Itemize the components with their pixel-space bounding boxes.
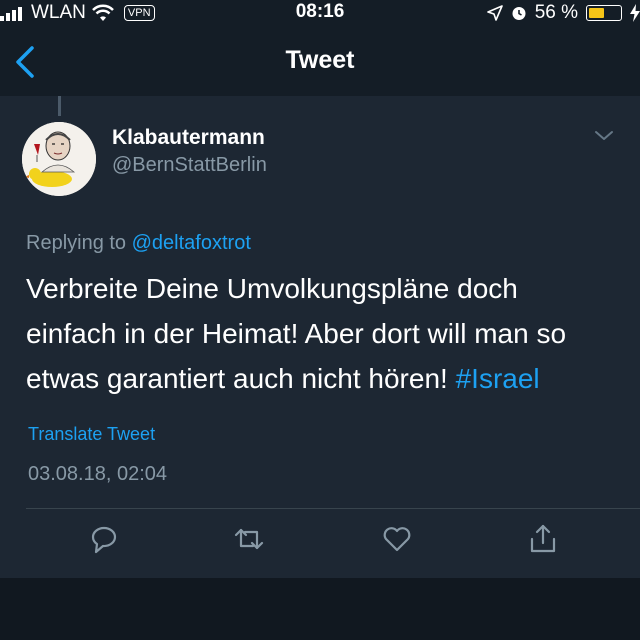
tweet-text-line: einfach in der Heimat! Aber dort will ma… xyxy=(26,311,616,356)
tweet-text-segment: etwas garantiert auch nicht hören! xyxy=(26,363,456,394)
nav-bar: Tweet xyxy=(0,26,640,96)
battery-percent: 56 % xyxy=(534,2,578,23)
retweet-icon xyxy=(234,528,264,550)
replying-to-label: Replying to xyxy=(26,232,127,254)
like-icon xyxy=(383,527,411,552)
retweet-button[interactable] xyxy=(232,522,266,556)
tweet-timestamp: 03.08.18, 02:04 xyxy=(28,463,168,485)
tweet-text-segment: einfach in der Heimat! Aber dort will ma… xyxy=(26,318,567,349)
reply-icon xyxy=(91,526,117,554)
reply-button[interactable] xyxy=(87,522,121,556)
share-icon xyxy=(530,524,556,553)
battery-icon xyxy=(586,5,622,21)
charging-bolt-icon xyxy=(630,4,640,22)
hashtag-link[interactable]: #Israel xyxy=(456,363,540,394)
share-button[interactable] xyxy=(526,522,560,556)
chevron-down-icon xyxy=(595,131,613,140)
like-button[interactable] xyxy=(380,522,414,556)
battery-fill xyxy=(589,8,605,18)
author-name[interactable]: Klabautermann xyxy=(112,126,265,150)
tweet-text-line: Verbreite Deine Umvolkungspläne doch xyxy=(26,273,518,304)
author-handle[interactable]: @BernStattBerlin xyxy=(112,154,267,177)
tweet-text: Verbreite Deine Umvolkungspläne doch ein… xyxy=(26,266,616,401)
alarm-icon xyxy=(512,7,526,20)
tweet-text-line: etwas garantiert auch nicht hören! #Isra… xyxy=(26,356,616,401)
thread-connector xyxy=(58,96,61,116)
reply-mention-link[interactable]: @deltafoxtrot xyxy=(132,232,251,254)
avatar-caricature-icon xyxy=(22,122,96,196)
translate-tweet-link[interactable]: Translate Tweet xyxy=(28,424,155,445)
replying-to: Replying to @deltafoxtrot xyxy=(26,232,251,255)
status-bar: WLAN VPN 08:16 56 % xyxy=(0,0,640,26)
tweet-actions xyxy=(0,516,640,566)
avatar[interactable] xyxy=(22,122,96,196)
more-options-button[interactable] xyxy=(592,126,616,146)
location-arrow-icon xyxy=(486,5,503,21)
bottom-area xyxy=(0,578,640,640)
page-title: Tweet xyxy=(285,46,355,74)
divider xyxy=(26,508,640,509)
tweet-detail: Klabautermann @BernStattBerlin Replying … xyxy=(0,96,640,578)
status-right: 56 % xyxy=(486,2,640,24)
